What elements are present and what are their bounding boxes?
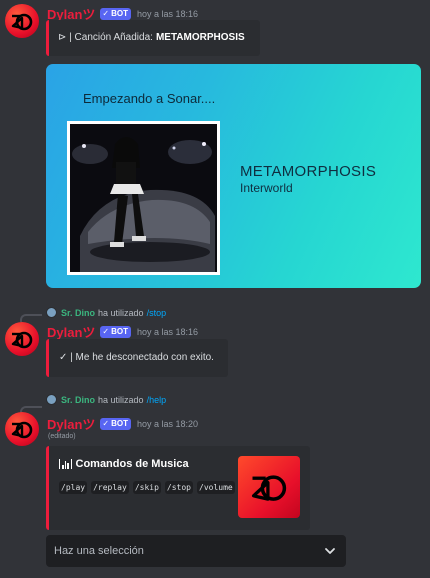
- bot-badge: ✓ BOT: [100, 7, 132, 20]
- help-embed-title: Comandos de Musica: [59, 458, 189, 470]
- reply-command-link[interactable]: /help: [147, 395, 167, 405]
- embed-thumbnail[interactable]: [238, 456, 300, 518]
- help-embed: Comandos de Musica /play /replay /skip /…: [46, 446, 310, 530]
- bot-badge-label: BOT: [111, 418, 129, 428]
- avatar-logo-icon: [251, 475, 287, 501]
- album-cover-image[interactable]: [67, 121, 220, 275]
- song-added-text: ⊳ | Canción Añadida: METAMORPHOSIS: [58, 32, 245, 43]
- bot-avatar[interactable]: [5, 412, 39, 446]
- now-playing-title: METAMORPHOSIS: [240, 163, 377, 180]
- help-embed-title-text: Comandos de Musica: [75, 458, 189, 470]
- bot-avatar[interactable]: [5, 322, 39, 356]
- timestamp[interactable]: hoy a las 18:16: [137, 9, 198, 19]
- avatar-logo-icon: [11, 331, 33, 349]
- replied-user-avatar: [46, 394, 57, 405]
- bot-verified-check-icon: ✓: [102, 326, 110, 336]
- reply-text: ha utilizado: [98, 307, 144, 318]
- chevron-down-icon: [325, 548, 335, 554]
- reply-context[interactable]: Sr. Dino ha utilizado /stop: [46, 307, 166, 318]
- song-added-title: METAMORPHOSIS: [155, 32, 245, 43]
- bot-badge: ✓ BOT: [100, 417, 132, 430]
- reply-text: ha utilizado: [98, 394, 144, 405]
- bot-verified-check-icon: ✓: [102, 418, 110, 428]
- song-added-prefix: ⊳ | Canción Añadida:: [58, 32, 153, 43]
- reply-command-link[interactable]: /stop: [147, 308, 167, 318]
- command-volume: /volume: [197, 481, 235, 494]
- bot-badge-label: BOT: [111, 326, 129, 336]
- bot-verified-check-icon: ✓: [102, 8, 110, 18]
- command-list: /play /replay /skip /stop /volume: [59, 481, 235, 494]
- replied-user-avatar: [46, 307, 57, 318]
- selection-dropdown[interactable]: Haz una selección: [46, 535, 346, 567]
- username-symbol: ツ: [82, 417, 96, 432]
- timestamp[interactable]: hoy a las 18:16: [137, 327, 198, 337]
- edited-label: (editado): [48, 433, 76, 440]
- equalizer-bars-icon: [59, 459, 72, 469]
- timestamp[interactable]: hoy a las 18:20: [137, 419, 198, 429]
- command-replay: /replay: [91, 481, 129, 494]
- now-playing-card[interactable]: Empezando a Sonar.... METAMORPHOSIS Inte: [46, 64, 421, 288]
- disconnect-embed: ✓ | Me he desconectado con exito.: [46, 339, 228, 377]
- bot-avatar[interactable]: [5, 4, 39, 38]
- command-stop: /stop: [164, 481, 193, 494]
- username-text: Dylan: [47, 417, 83, 432]
- bot-badge: ✓ BOT: [100, 325, 132, 338]
- reply-connector: [20, 314, 42, 322]
- avatar-logo-icon: [11, 13, 33, 31]
- username[interactable]: Dylanツ: [47, 414, 95, 433]
- bot-badge-label: BOT: [111, 8, 129, 18]
- song-added-embed: ⊳ | Canción Añadida: METAMORPHOSIS: [46, 20, 260, 56]
- replied-username[interactable]: Sr. Dino: [61, 395, 95, 405]
- command-play: /play: [59, 481, 88, 494]
- disconnect-text: ✓ | Me he desconectado con exito.: [59, 352, 214, 363]
- selection-placeholder: Haz una selección: [54, 545, 144, 557]
- username-text: Dylan: [47, 325, 83, 340]
- starting-text: Empezando a Sonar....: [83, 91, 216, 106]
- command-skip: /skip: [132, 481, 161, 494]
- replied-username[interactable]: Sr. Dino: [61, 308, 95, 318]
- avatar-logo-icon: [11, 421, 33, 439]
- reply-context[interactable]: Sr. Dino ha utilizado /help: [46, 394, 166, 405]
- username-symbol: ツ: [82, 325, 96, 340]
- message-header: Dylanツ ✓ BOT hoy a las 18:20: [47, 414, 198, 433]
- now-playing-artist: Interworld: [240, 181, 293, 195]
